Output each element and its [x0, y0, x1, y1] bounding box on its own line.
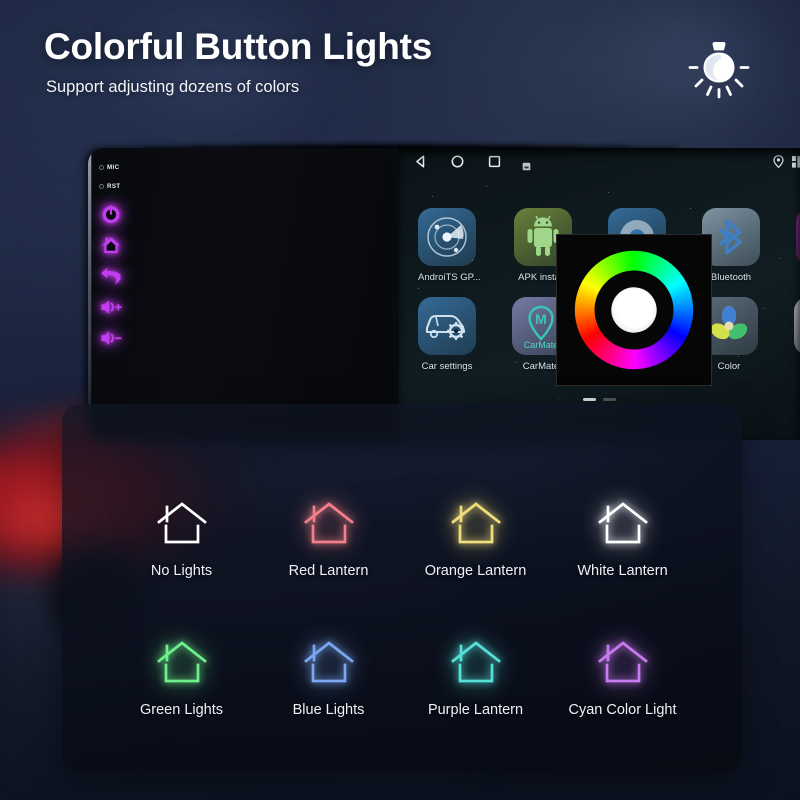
lantern-green-label: Green Lights — [139, 702, 224, 718]
mic-label: MIC — [107, 164, 120, 171]
app-androits-gps-icon[interactable] — [418, 208, 476, 266]
mic-dot — [99, 165, 104, 170]
mic-indicator: MIC — [97, 158, 141, 177]
header: Colorful Button Lights Support adjusting… — [0, 0, 800, 130]
star-dot — [472, 260, 473, 261]
lantern-grid: No Lights Red Lantern Orange Lantern Whi… — [62, 490, 742, 718]
star-dot — [432, 196, 433, 197]
lantern-color-panel: No Lights Red Lantern Orange Lantern Whi… — [62, 404, 742, 772]
color-wheel-picker[interactable] — [556, 234, 712, 386]
app-car-settings-label: Car settings — [421, 361, 473, 372]
lantern-cyan[interactable]: Cyan Color Light — [549, 629, 696, 718]
app-boo-icon[interactable] — [796, 208, 800, 266]
lantern-red-label: Red Lantern — [288, 563, 369, 579]
svg-text:M: M — [535, 311, 547, 327]
signal-icon — [792, 155, 800, 173]
nav-back-icon[interactable] — [413, 154, 428, 174]
star-dot — [486, 186, 487, 187]
lantern-purple-house-icon[interactable] — [402, 629, 549, 695]
app-boo[interactable]: Boo... — [796, 208, 800, 283]
reset-indicator[interactable]: RST — [97, 177, 141, 196]
lantern-purple[interactable]: Purple Lantern — [402, 629, 549, 718]
location-pin-icon — [773, 155, 784, 173]
lantern-cyan-house-icon[interactable] — [549, 629, 696, 695]
lantern-blue[interactable]: Blue Lights — [255, 629, 402, 718]
volume-up-button[interactable] — [98, 294, 124, 320]
star-dot — [516, 362, 517, 363]
lantern-orange[interactable]: Orange Lantern — [402, 490, 549, 579]
lantern-white-house-icon[interactable] — [549, 490, 696, 556]
star-dot — [418, 288, 419, 289]
nav-recents-icon[interactable] — [487, 154, 502, 174]
home-page-indicator[interactable] — [398, 398, 800, 401]
lantern-white-label: White Lantern — [577, 563, 668, 579]
nav-screenshot-icon[interactable] — [522, 158, 531, 176]
reset-dot[interactable] — [99, 184, 104, 189]
app-car-settings-icon[interactable] — [418, 297, 476, 355]
lantern-orange-label: Orange Lantern — [424, 563, 527, 579]
app-car-settings[interactable]: Car settings — [418, 297, 476, 372]
lantern-orange-house-icon[interactable] — [402, 490, 549, 556]
nav-home-icon[interactable] — [450, 154, 465, 174]
lantern-red[interactable]: Red Lantern — [255, 490, 402, 579]
app-androits-gps[interactable]: AndroiTS GP... — [418, 208, 481, 283]
svg-text:CarMate: CarMate — [524, 340, 559, 350]
back-button[interactable] — [98, 263, 124, 289]
star-dot — [450, 326, 451, 327]
lantern-row-1: No Lights Red Lantern Orange Lantern Whi… — [62, 490, 742, 579]
power-button[interactable] — [98, 201, 124, 227]
lantern-white[interactable]: White Lantern — [549, 490, 696, 579]
page-dot-1[interactable] — [582, 398, 596, 401]
light-bulb-icon — [686, 36, 752, 102]
star-dot — [780, 258, 781, 259]
lantern-purple-label: Purple Lantern — [427, 702, 524, 718]
volume-down-button[interactable] — [98, 325, 124, 351]
lantern-no-lights-house-icon[interactable] — [108, 490, 255, 556]
app-unlabeled[interactable] — [794, 297, 800, 372]
star-dot — [690, 208, 691, 209]
lantern-blue-label: Blue Lights — [292, 702, 365, 718]
page-subtitle: Support adjusting dozens of colors — [46, 78, 300, 96]
app-androits-gps-label: AndroiTS GP... — [418, 272, 481, 283]
radio-unit-purple[interactable]: MIC RST — [88, 148, 388, 440]
lantern-blue-house-icon[interactable] — [255, 629, 402, 695]
star-dot — [718, 218, 719, 219]
app-unlabeled-icon[interactable] — [794, 297, 800, 355]
home-button[interactable] — [98, 232, 124, 258]
star-dot — [558, 398, 559, 399]
app-boo-label: Boo... — [796, 272, 800, 283]
reset-label: RST — [107, 183, 121, 190]
lantern-no-lights-label: No Lights — [150, 563, 213, 579]
page-dot-2[interactable] — [602, 398, 616, 401]
button-column: MIC RST — [97, 158, 141, 351]
lantern-green-house-icon[interactable] — [108, 629, 255, 695]
lantern-row-2: Green Lights Blue Lights Purple Lantern … — [62, 629, 742, 718]
star-dot — [608, 192, 610, 194]
star-dot — [764, 308, 765, 309]
star-dot — [550, 240, 551, 241]
page-title: Colorful Button Lights — [44, 26, 433, 67]
lantern-cyan-label: Cyan Color Light — [568, 702, 677, 718]
android-status-bar — [398, 148, 800, 174]
lantern-no-lights[interactable]: No Lights — [108, 490, 255, 579]
lantern-red-house-icon[interactable] — [255, 490, 402, 556]
lantern-green[interactable]: Green Lights — [108, 629, 255, 718]
